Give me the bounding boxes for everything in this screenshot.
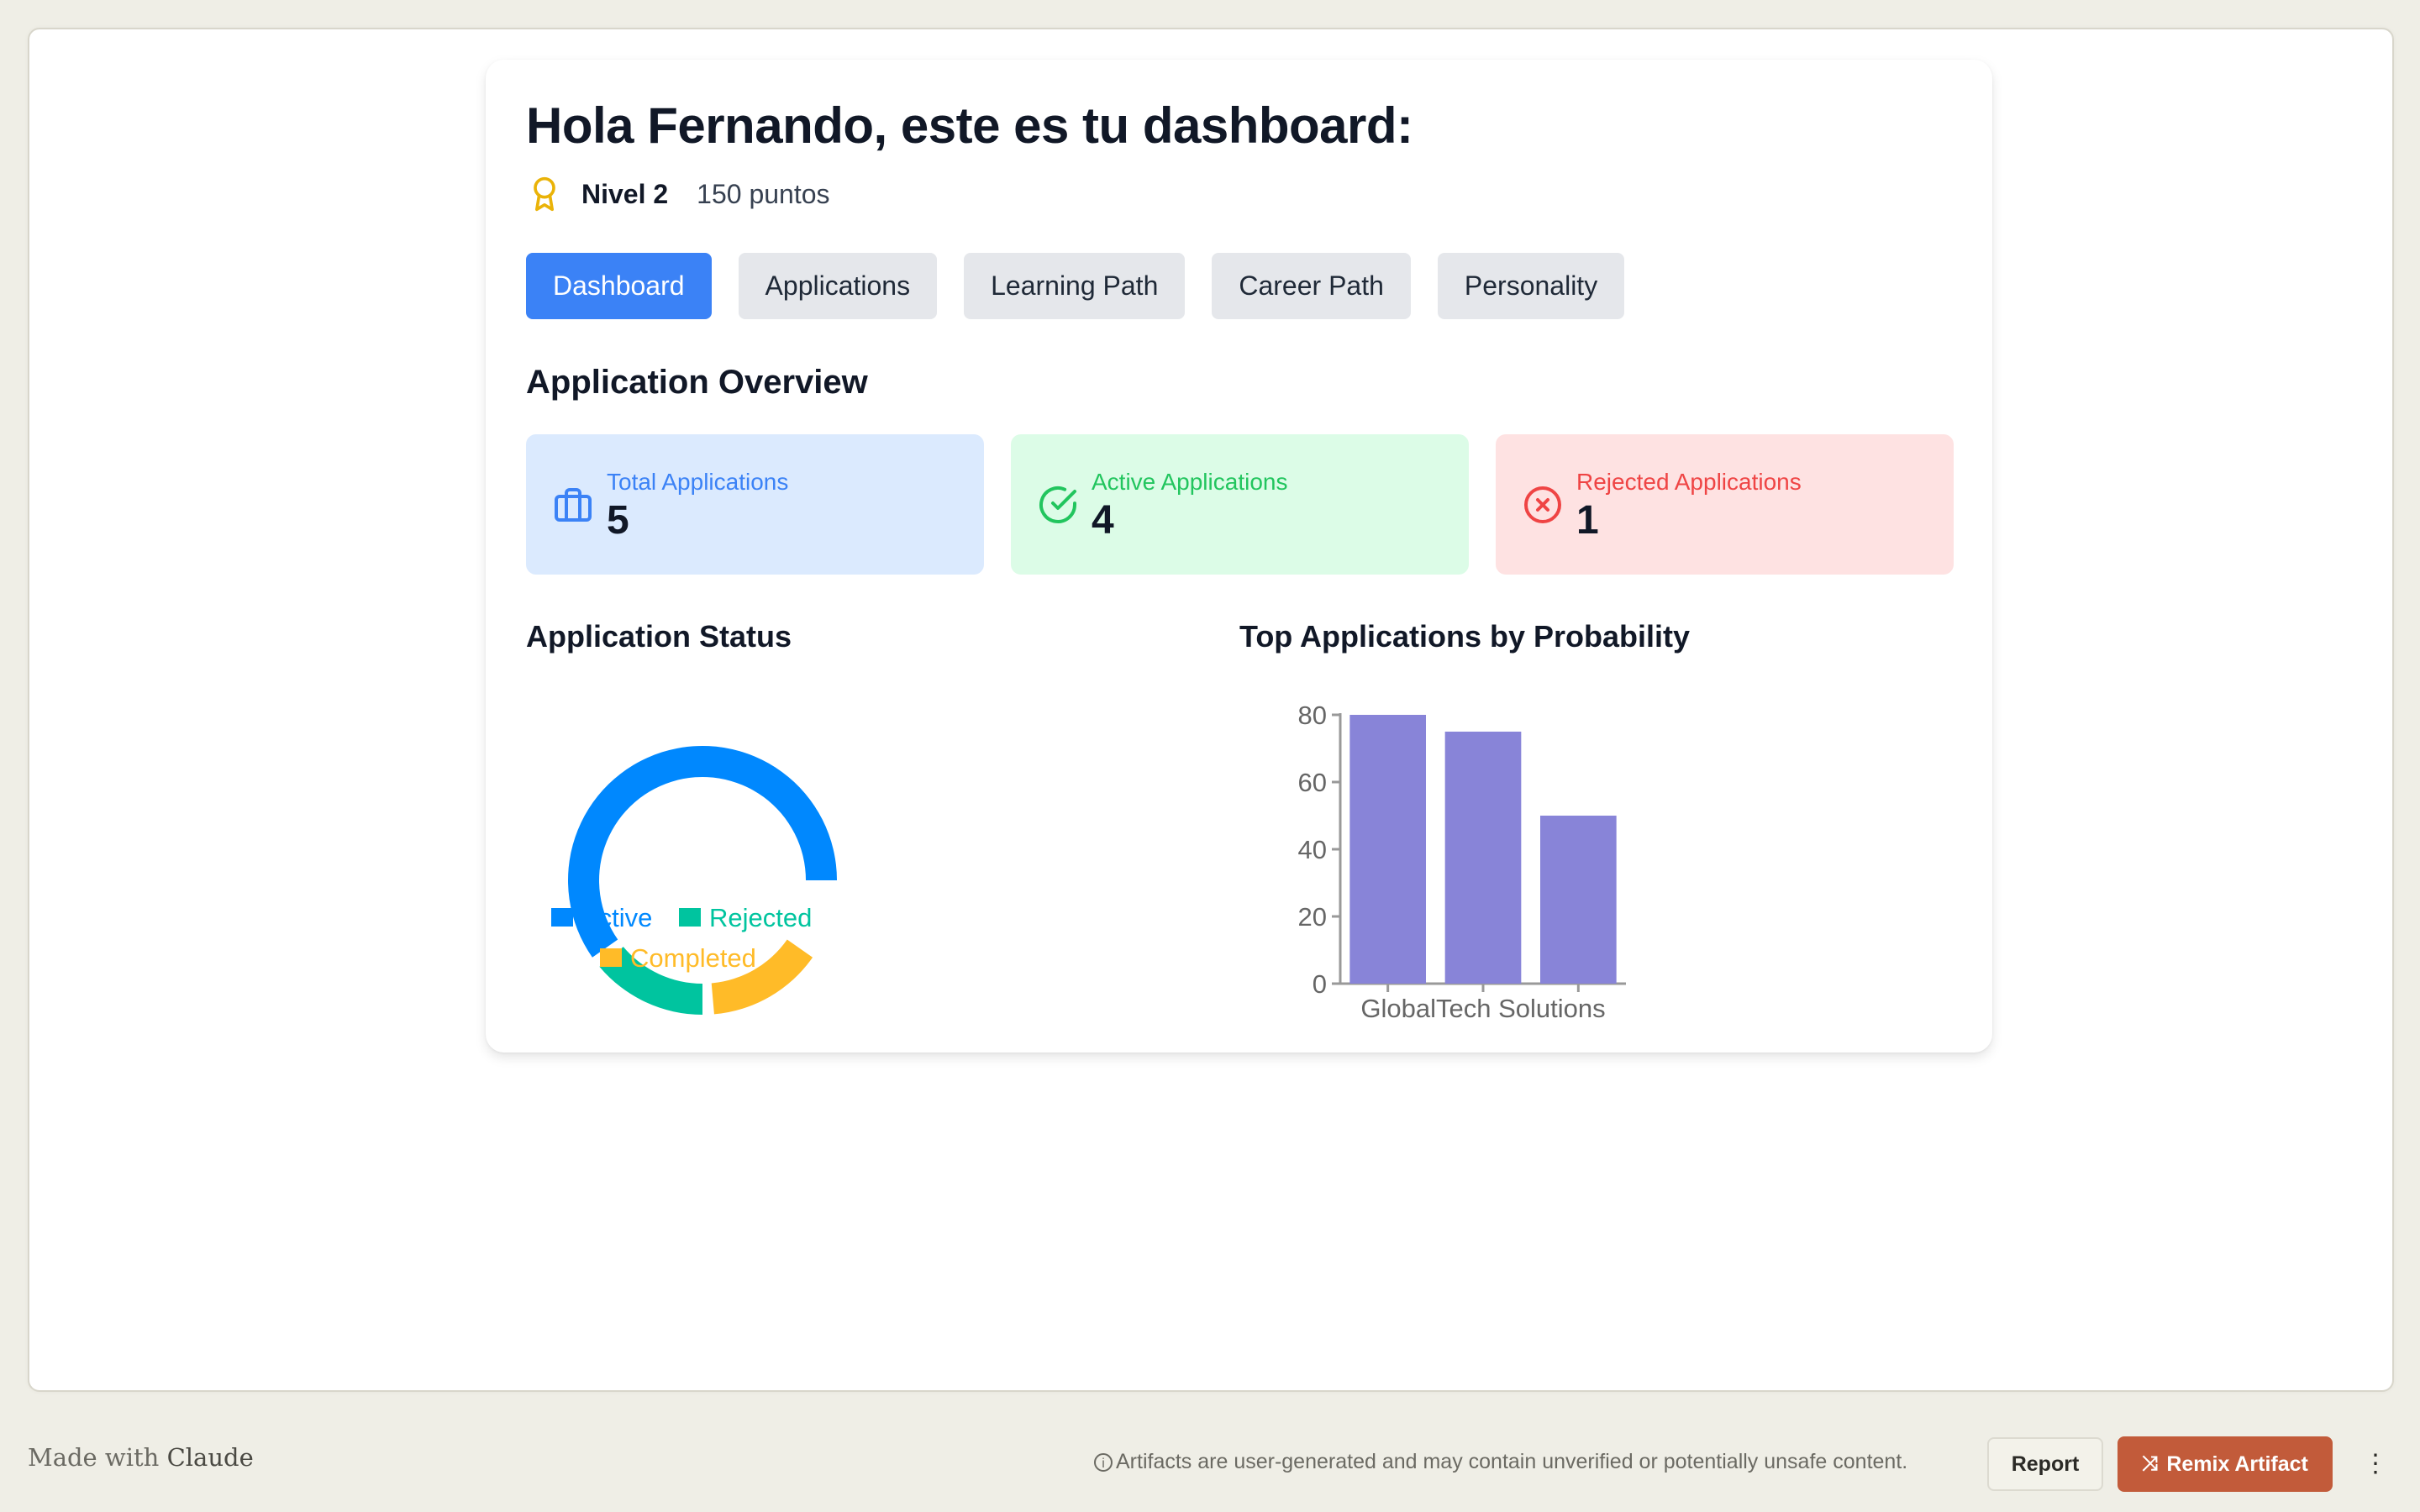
claude-brand: Claude: [166, 1443, 254, 1472]
overview-title: Application Overview: [526, 364, 868, 401]
tab-career-path[interactable]: Career Path: [1212, 253, 1411, 319]
x-circle-icon: [1524, 486, 1561, 523]
stat-total-applications: Total Applications 5: [526, 434, 984, 575]
tab-applications[interactable]: Applications: [738, 253, 938, 319]
remix-artifact-button[interactable]: ⤨ Remix Artifact: [2118, 1436, 2333, 1492]
stat-label: Active Applications: [1092, 468, 1288, 495]
probability-chart-title: Top Applications by Probability: [1239, 619, 1691, 654]
bar-1[interactable]: [1444, 732, 1522, 984]
y-tick-label: 0: [1313, 969, 1327, 999]
level-label: Nivel 2: [581, 178, 669, 209]
status-donut-chart: Active Rejected Completed: [551, 746, 837, 1015]
report-button[interactable]: Report: [1987, 1437, 2103, 1491]
stats-row: Total Applications 5 Active Applications…: [526, 434, 1981, 575]
check-circle-icon: [1039, 486, 1076, 523]
level-row: Nivel 2 150 puntos: [526, 171, 830, 218]
tab-dashboard[interactable]: Dashboard: [526, 253, 712, 319]
y-tick-label: 40: [1298, 835, 1327, 864]
y-tick-label: 60: [1298, 768, 1327, 797]
probability-bar-chart: 0 20 40 60 80 GlobalTech Solutions: [1298, 701, 1626, 1023]
stat-value: 1: [1576, 497, 1599, 543]
shuffle-icon: ⤨: [2142, 1452, 2159, 1475]
bar-0[interactable]: [1349, 715, 1426, 984]
stat-value: 4: [1092, 497, 1114, 543]
page-title: Hola Fernando, este es tu dashboard:: [526, 97, 1413, 154]
status-chart-title: Application Status: [526, 619, 792, 654]
legend-swatch: [551, 908, 573, 927]
legend-swatch: [679, 908, 701, 927]
briefcase-icon: [555, 487, 592, 522]
made-with-label: Made with: [28, 1443, 160, 1472]
legend-label-rejected: Rejected: [709, 903, 812, 932]
tab-bar: Dashboard Applications Learning Path Car…: [526, 253, 1651, 319]
disclaimer-text: Artifacts are user-generated and may con…: [1116, 1450, 1908, 1473]
bar-2[interactable]: [1540, 816, 1617, 984]
remix-label: Remix Artifact: [2166, 1452, 2308, 1476]
stat-active-applications: Active Applications 4: [1011, 434, 1469, 575]
stat-label: Rejected Applications: [1576, 468, 1802, 495]
y-tick-label: 20: [1298, 902, 1327, 932]
tab-personality[interactable]: Personality: [1437, 253, 1625, 319]
legend-label-active: Active: [581, 903, 652, 932]
legend-label-completed: Completed: [630, 943, 756, 973]
made-with-claude[interactable]: Made with Claude: [28, 1443, 254, 1472]
y-tick-label: 80: [1298, 701, 1327, 730]
disclaimer: i Artifacts are user-generated and may c…: [1094, 1450, 1907, 1474]
footer: Made with Claude i Artifacts are user-ge…: [0, 1420, 2420, 1512]
info-icon: i: [1094, 1452, 1113, 1472]
tab-learning-path[interactable]: Learning Path: [964, 253, 1186, 319]
more-options-icon[interactable]: ⋮: [2363, 1445, 2388, 1483]
points-label: 150 puntos: [697, 178, 830, 209]
award-icon: [534, 176, 555, 212]
artifact-frame: Hola Fernando, este es tu dashboard: Niv…: [28, 28, 2394, 1392]
stat-rejected-applications: Rejected Applications 1: [1496, 434, 1954, 575]
stat-label: Total Applications: [607, 468, 789, 495]
stat-value: 5: [607, 497, 629, 543]
x-tick-label: GlobalTech Solutions: [1360, 994, 1605, 1023]
dashboard-card: Hola Fernando, este es tu dashboard: Niv…: [486, 60, 1992, 1053]
legend-swatch: [600, 948, 622, 967]
